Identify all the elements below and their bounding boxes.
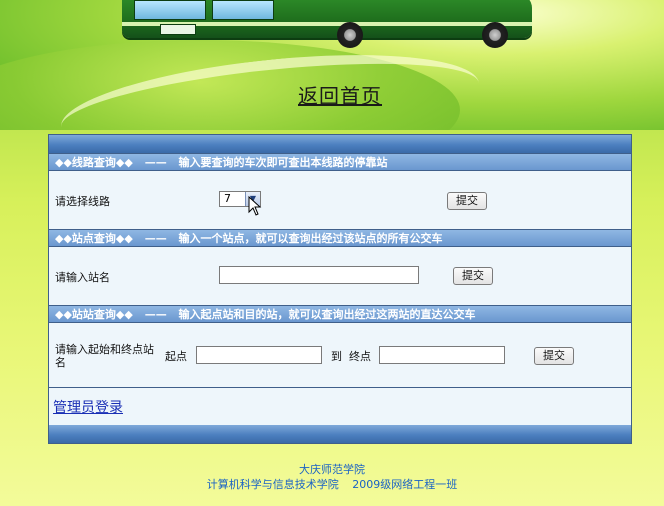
header-banner — [0, 0, 664, 130]
bus-window — [134, 0, 206, 20]
bus-wheel — [482, 22, 508, 48]
end-label: 终点 — [349, 350, 371, 363]
home-link[interactable]: 返回首页 — [298, 80, 382, 109]
stop-to-stop-query-title: ◆◆站站查询◆◆ — [55, 308, 133, 321]
station-input[interactable] — [219, 266, 419, 284]
stop-to-stop-query-description: 输入起点站和目的站，就可以查询出经过这两站的直达公交车 — [178, 308, 476, 321]
station-query-header: ◆◆站点查询◆◆ —— 输入一个站点，就可以查询出经过该站点的所有公交车 — [49, 229, 631, 247]
bus-badge — [160, 24, 196, 35]
station-submit-button[interactable]: 提交 — [453, 267, 493, 285]
station-query-separator: —— — [144, 232, 167, 245]
to-station-input[interactable] — [379, 346, 505, 364]
mouse-cursor-icon — [248, 196, 262, 216]
footer-class: 2009级网络工程一班 — [352, 478, 458, 491]
route-select-label: 请选择线路 — [55, 195, 110, 208]
bus-illustration — [122, 0, 542, 52]
footer-school: 大庆师范学院 — [299, 463, 365, 476]
query-panel: ◆◆线路查询◆◆ —— 输入要查询的车次即可查出本线路的停靠站 请选择线路 7 … — [48, 134, 632, 444]
bus-window — [212, 0, 274, 20]
station-query-title: ◆◆站点查询◆◆ — [55, 232, 133, 245]
route-submit-button[interactable]: 提交 — [447, 192, 487, 210]
stop-to-stop-label: 请输入起始和终点站名 — [55, 343, 154, 369]
route-query-header: ◆◆线路查询◆◆ —— 输入要查询的车次即可查出本线路的停靠站 — [49, 153, 631, 171]
stop-to-stop-submit-button[interactable]: 提交 — [534, 347, 574, 365]
stop-to-stop-query-separator: —— — [144, 308, 167, 321]
route-query-description: 输入要查询的车次即可查出本线路的停靠站 — [178, 156, 388, 169]
bus-wheel — [337, 22, 363, 48]
stop-to-stop-query-header: ◆◆站站查询◆◆ —— 输入起点站和目的站，就可以查询出经过这两站的直达公交车 — [49, 305, 631, 323]
from-label: 起点 — [165, 350, 187, 363]
station-input-label: 请输入站名 — [55, 271, 110, 284]
panel-divider — [49, 387, 631, 388]
panel-bottom-bar — [49, 425, 631, 443]
station-query-description: 输入一个站点，就可以查询出经过该站点的所有公交车 — [178, 232, 443, 245]
route-query-separator: —— — [144, 156, 167, 169]
route-select-value: 7 — [224, 192, 231, 205]
panel-top-bar — [49, 135, 631, 153]
to-label: 到 — [331, 350, 342, 363]
admin-login-link[interactable]: 管理员登录 — [53, 397, 123, 417]
route-query-title: ◆◆线路查询◆◆ — [55, 156, 133, 169]
from-station-input[interactable] — [196, 346, 322, 364]
footer: 大庆师范学院 计算机科学与信息技术学院 2009级网络工程一班 — [0, 462, 664, 492]
footer-college: 计算机科学与信息技术学院 — [206, 478, 339, 491]
footer-line2: 计算机科学与信息技术学院 2009级网络工程一班 — [0, 477, 664, 492]
